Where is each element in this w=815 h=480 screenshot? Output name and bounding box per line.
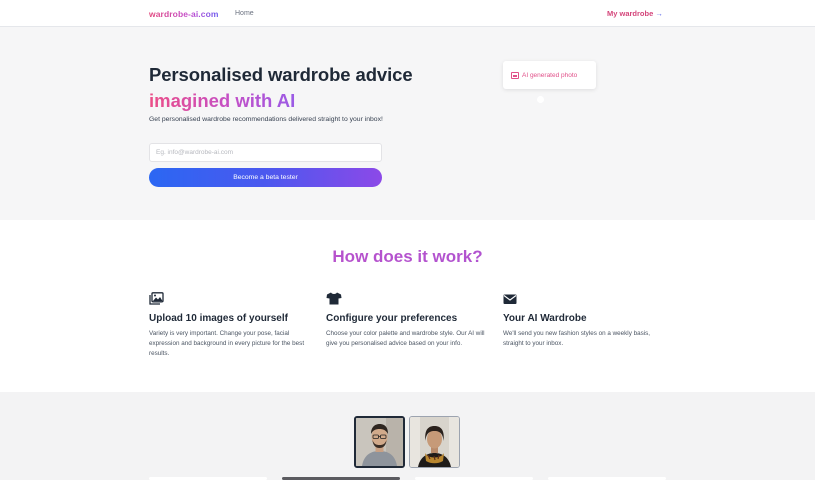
my-wardrobe-label: My wardrobe: [607, 9, 654, 18]
section-title: How does it work?: [0, 247, 815, 267]
step-description: Choose your color palette and wardrobe s…: [326, 330, 485, 347]
step-title: Your AI Wardrobe: [503, 313, 587, 324]
my-wardrobe-link[interactable]: My wardrobe →: [607, 9, 663, 18]
step-configure: Configure your preferences Choose your c…: [326, 292, 491, 349]
images-icon: [149, 292, 314, 306]
hero-section: Personalised wardrobe advice imagined wi…: [0, 27, 815, 220]
ai-photo-card: AI generated photo: [503, 61, 596, 89]
top-navbar: wardrobe-ai.com Home My wardrobe →: [0, 0, 815, 27]
step-wardrobe: Your AI Wardrobe We'll send you new fash…: [503, 292, 668, 349]
step-description: We'll send you new fashion styles on a w…: [503, 330, 651, 347]
become-beta-tester-button[interactable]: Become a beta tester: [149, 168, 382, 187]
hero-title: Personalised wardrobe advice: [149, 64, 413, 85]
arrow-right-icon: →: [655, 9, 663, 18]
step-title: Upload 10 images of yourself: [149, 313, 288, 324]
hero-subtitle: Get personalised wardrobe recommendation…: [149, 116, 383, 123]
email-input[interactable]: [149, 143, 382, 162]
ai-photo-badge-label: AI generated photo: [522, 72, 578, 79]
image-icon: [511, 72, 519, 79]
step-description: Variety is very important. Change your p…: [149, 330, 305, 357]
how-it-works-section: How does it work? Upload 10 images of yo…: [0, 220, 815, 392]
tshirt-icon: [326, 292, 491, 306]
hero-title-highlight: imagined with AI: [149, 90, 296, 111]
carousel-dot[interactable]: [537, 96, 544, 103]
woman-with-scarf-photo-thumbnail[interactable]: [409, 416, 460, 468]
photo-gallery-section: [0, 392, 815, 480]
brand-logo-link[interactable]: wardrobe-ai.com: [149, 9, 219, 19]
step-title: Configure your preferences: [326, 313, 458, 324]
nav-home-link[interactable]: Home: [235, 10, 254, 17]
man-with-glasses-photo-thumbnail[interactable]: [354, 416, 405, 468]
step-upload: Upload 10 images of yourself Variety is …: [149, 292, 314, 359]
envelope-icon: [503, 292, 668, 306]
